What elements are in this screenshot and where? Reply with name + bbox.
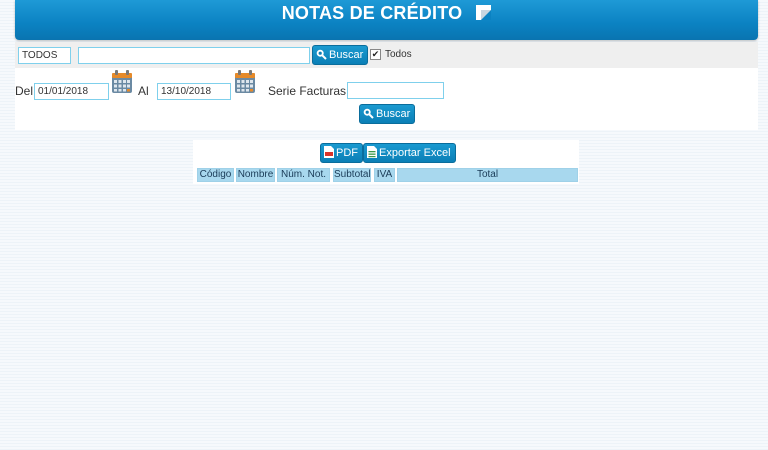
export-excel-button-label: Exportar Excel xyxy=(379,147,451,159)
pdf-button[interactable]: PDF xyxy=(320,143,363,163)
column-header-iva[interactable]: IVA xyxy=(374,168,395,182)
column-header-subtotal[interactable]: Subtotal xyxy=(333,168,371,182)
serie-label: Serie Facturas: xyxy=(268,84,350,98)
from-date-input[interactable] xyxy=(34,83,109,100)
column-header-nombre[interactable]: Nombre xyxy=(236,168,275,182)
column-header-num-not[interactable]: Núm. Not. xyxy=(277,168,330,182)
column-header-total[interactable]: Total xyxy=(397,168,578,182)
calendar-icon[interactable] xyxy=(234,70,256,94)
calendar-icon[interactable] xyxy=(111,70,133,94)
filter-search-button[interactable]: Buscar xyxy=(359,104,416,124)
search-input[interactable] xyxy=(78,47,310,64)
serie-input[interactable] xyxy=(347,82,444,99)
search-button[interactable]: Buscar xyxy=(312,45,369,65)
page-title: NOTAS DE CRÉDITO xyxy=(281,3,463,23)
todos-checkbox-label: Todos xyxy=(385,49,412,60)
excel-icon xyxy=(367,146,377,158)
search-icon xyxy=(363,108,374,119)
type-select-field[interactable] xyxy=(18,47,71,64)
filter-search-button-label: Buscar xyxy=(376,108,411,120)
pdf-button-label: PDF xyxy=(336,147,358,159)
pdf-icon xyxy=(324,146,334,158)
note-icon xyxy=(476,5,492,20)
search-button-label: Buscar xyxy=(329,49,364,61)
to-date-input[interactable] xyxy=(157,83,231,100)
search-icon xyxy=(316,49,327,60)
page-header: NOTAS DE CRÉDITO xyxy=(15,0,758,40)
from-date-label: Del xyxy=(15,84,34,98)
to-date-label: Al xyxy=(138,84,149,98)
export-excel-button[interactable]: Exportar Excel xyxy=(363,143,456,163)
todos-checkbox[interactable]: ✔ xyxy=(370,49,381,60)
column-header-codigo[interactable]: Código xyxy=(197,168,234,182)
